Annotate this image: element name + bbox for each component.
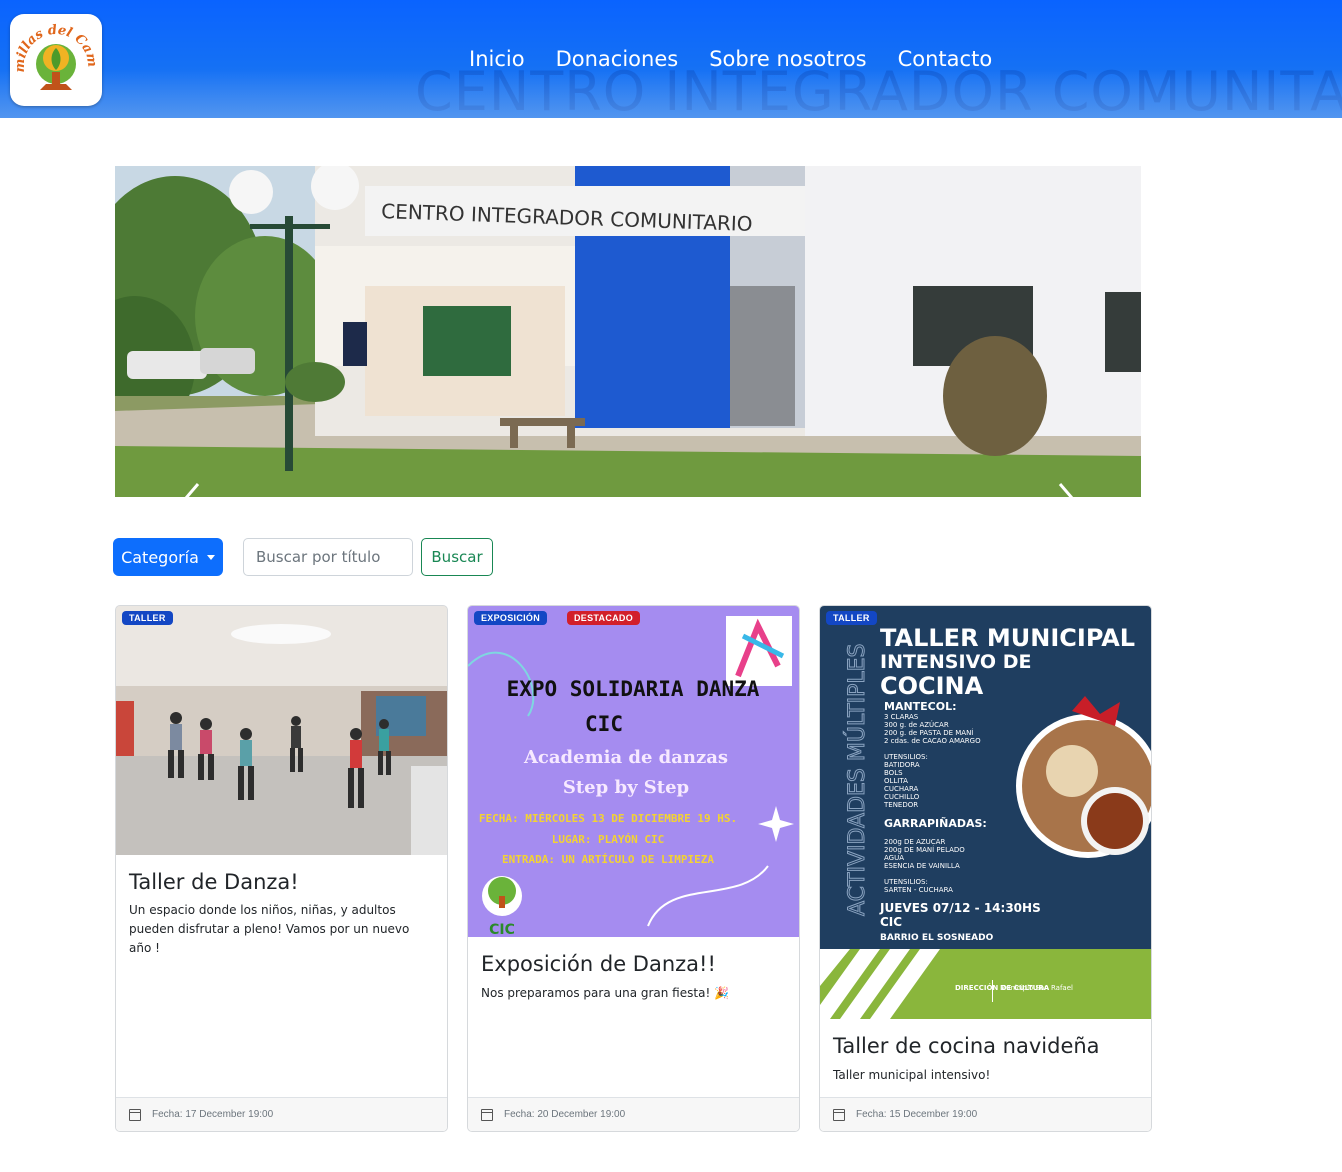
svg-text:CUCHARA: CUCHARA <box>884 785 919 793</box>
category-label: Categoría <box>121 547 199 567</box>
card-description: Taller municipal intensivo! <box>833 1068 991 1082</box>
nav-link-contacto[interactable]: Contacto <box>898 47 993 71</box>
card-title: Exposición de Danza!! <box>481 952 716 976</box>
svg-text:SARTEN - CUCHARA: SARTEN - CUCHARA <box>884 886 953 894</box>
svg-text:200g DE AZUCAR: 200g DE AZUCAR <box>884 838 945 846</box>
card-date: Fecha: 15 December 19:00 <box>856 1109 978 1120</box>
card-image <box>116 606 447 855</box>
svg-text:BARRIO EL SOSNEADO: BARRIO EL SOSNEADO <box>880 933 994 943</box>
card-footer: Fecha: 20 December 19:00 <box>468 1097 799 1131</box>
event-card[interactable]: TALLER Taller de Danza! Un espacio donde… <box>115 605 448 1132</box>
carousel-next-button[interactable] <box>1052 478 1078 497</box>
svg-text:AGUA: AGUA <box>884 854 904 862</box>
svg-text:CUCHILLO: CUCHILLO <box>884 793 920 801</box>
card-description: Nos preparamos para una gran fiesta! 🎉 <box>481 986 730 1000</box>
svg-text:LUGAR: PLAYÓN CIC: LUGAR: PLAYÓN CIC <box>552 833 665 846</box>
carousel-image: CENTRO INTEGRADOR COMUNITARIO <box>115 166 1141 497</box>
main-nav: Inicio Donaciones Sobre nosotros Contact… <box>469 47 1023 71</box>
card-description: Un espacio donde los niños, niñas, y adu… <box>129 903 410 955</box>
svg-text:Municipio San Rafael: Municipio San Rafael <box>1000 984 1073 992</box>
site-logo[interactable]: Semillas del Cambio <box>5 3 102 106</box>
search-button[interactable]: Buscar <box>421 538 493 576</box>
svg-text:TENEDOR: TENEDOR <box>883 801 918 809</box>
hero-carousel: CENTRO INTEGRADOR COMUNITARIO <box>115 166 1141 497</box>
card-footer: Fecha: 17 December 19:00 <box>116 1097 447 1131</box>
svg-text:BOLS: BOLS <box>884 769 903 777</box>
svg-text:UTENSILIOS:: UTENSILIOS: <box>884 753 928 761</box>
calendar-icon <box>129 1108 141 1121</box>
svg-text:Academia de danzas: Academia de danzas <box>523 747 728 768</box>
svg-text:CIC: CIC <box>489 922 515 937</box>
card-image: EXPO SOLIDARIA DANZA CIC Academia de dan… <box>468 606 799 937</box>
card-image: ACTIVIDADES MÚLTIPLES TALLER MUNICIPAL I… <box>820 606 1151 1019</box>
calendar-icon <box>833 1108 845 1121</box>
card-title: Taller de cocina navideña <box>833 1034 1100 1058</box>
svg-text:2 cdas. de CACAO AMARGO: 2 cdas. de CACAO AMARGO <box>884 737 981 745</box>
category-badge: TALLER <box>826 611 877 625</box>
svg-text:FECHA: MIÉRCOLES 13 DE DICIEMB: FECHA: MIÉRCOLES 13 DE DICIEMBRE 19 HS. <box>479 812 737 825</box>
svg-text:CIC: CIC <box>585 712 623 736</box>
svg-text:UTENSILIOS:: UTENSILIOS: <box>884 878 928 886</box>
card-title: Taller de Danza! <box>129 870 299 894</box>
svg-text:MANTECOL:: MANTECOL: <box>884 700 957 713</box>
event-card[interactable]: ACTIVIDADES MÚLTIPLES TALLER MUNICIPAL I… <box>819 605 1152 1132</box>
svg-text:300 g. de AZÚCAR: 300 g. de AZÚCAR <box>884 720 949 729</box>
event-card[interactable]: EXPO SOLIDARIA DANZA CIC Academia de dan… <box>467 605 800 1132</box>
nav-link-donaciones[interactable]: Donaciones <box>556 47 679 71</box>
category-dropdown-button[interactable]: Categoría <box>113 538 223 576</box>
calendar-icon <box>481 1108 493 1121</box>
svg-text:EXPO SOLIDARIA DANZA: EXPO SOLIDARIA DANZA <box>507 677 760 701</box>
svg-text:Step by Step: Step by Step <box>563 777 689 798</box>
svg-text:ESENCIA DE VAINILLA: ESENCIA DE VAINILLA <box>884 862 960 870</box>
svg-text:3 CLARAS: 3 CLARAS <box>884 713 919 721</box>
featured-badge: DESTACADO <box>567 611 641 625</box>
nav-link-sobre-nosotros[interactable]: Sobre nosotros <box>709 47 866 71</box>
svg-text:CIC: CIC <box>880 915 902 929</box>
caret-down-icon <box>206 554 215 560</box>
svg-text:GARRAPIÑADAS:: GARRAPIÑADAS: <box>884 817 987 830</box>
search-input[interactable] <box>243 538 413 576</box>
svg-text:TALLER MUNICIPAL: TALLER MUNICIPAL <box>880 624 1135 652</box>
svg-text:200 g. de PASTA DE MANÍ: 200 g. de PASTA DE MANÍ <box>884 728 973 737</box>
nav-link-inicio[interactable]: Inicio <box>469 47 525 71</box>
svg-text:BATIDORA: BATIDORA <box>884 761 920 769</box>
svg-text:200g DE MANÍ PELADO: 200g DE MANÍ PELADO <box>884 845 965 854</box>
card-footer: Fecha: 15 December 19:00 <box>820 1097 1151 1131</box>
category-badge: EXPOSICIÓN <box>474 611 548 625</box>
card-date: Fecha: 20 December 19:00 <box>504 1109 626 1120</box>
navbar: CENTRO INTEGRADOR COMUNITARIO Semillas d… <box>0 0 1342 118</box>
category-badge: TALLER <box>122 611 173 625</box>
card-date: Fecha: 17 December 19:00 <box>152 1109 274 1120</box>
svg-text:JUEVES 07/12 - 14:30HS: JUEVES 07/12 - 14:30HS <box>879 901 1041 915</box>
svg-text:OLLITA: OLLITA <box>884 777 908 785</box>
svg-text:INTENSIVO DE: INTENSIVO DE <box>880 651 1031 673</box>
svg-text:ACTIVIDADES MÚLTIPLES: ACTIVIDADES MÚLTIPLES <box>844 643 870 916</box>
svg-text:ENTRADA: UN ARTÍCULO DE LIMPIE: ENTRADA: UN ARTÍCULO DE LIMPIEZA <box>502 853 714 866</box>
svg-text:COCINA: COCINA <box>880 672 984 700</box>
carousel-prev-button[interactable] <box>180 478 206 497</box>
